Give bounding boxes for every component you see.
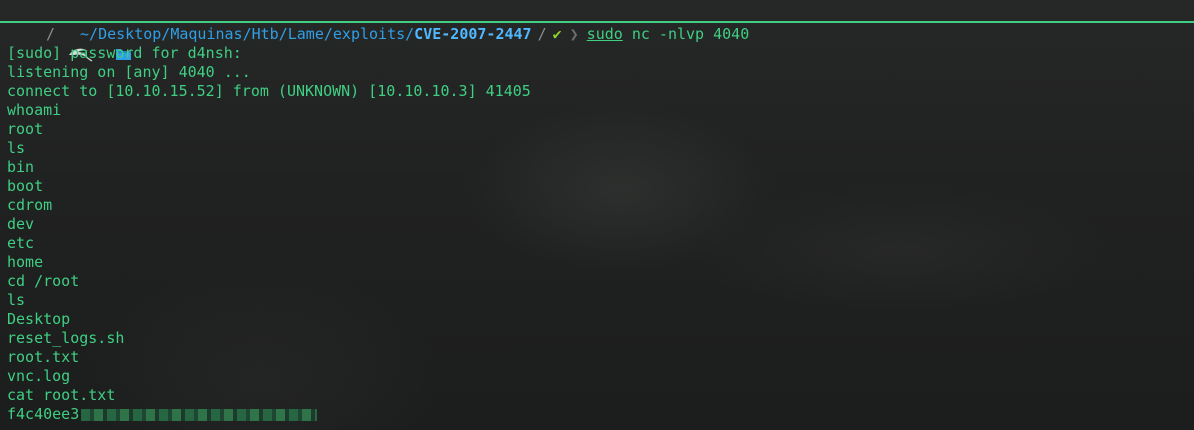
output-line: cd /root — [7, 272, 80, 290]
output-line: bin — [7, 158, 35, 176]
flag-line: f4c40ee3 — [7, 405, 1187, 424]
output-line: root — [7, 120, 44, 138]
output-line: reset_logs.sh — [7, 329, 125, 347]
output-line: root.txt — [7, 348, 80, 366]
command-args: nc -nlvp 4040 — [622, 25, 750, 43]
chevron-right-icon: ❯ — [569, 25, 579, 43]
flag-prefix: f4c40ee3 — [7, 405, 80, 423]
output-line: connect to [10.10.15.52] from (UNKNOWN) … — [7, 82, 531, 100]
output-line: listening on [any] 4040 ... — [7, 63, 251, 81]
output-line: ls — [7, 291, 26, 309]
output-line: boot — [7, 177, 44, 195]
command-name: sudo — [586, 25, 623, 43]
folder-icon — [61, 28, 132, 60]
check-icon: ✔ — [552, 25, 562, 43]
prompt-path: ~/Desktop/Maquinas/Htb/Lame/exploits/ — [80, 25, 415, 43]
output-line: vnc.log — [7, 367, 71, 385]
prompt-separator: / — [46, 25, 56, 43]
output-line: etc — [7, 234, 35, 252]
kali-dragon-icon — [14, 27, 93, 62]
prompt-current-dir: CVE-2007-2447 — [414, 25, 532, 43]
output-line: cdrom — [7, 196, 53, 214]
redacted-flag-block — [81, 408, 318, 421]
output-line: cat root.txt — [7, 386, 116, 404]
prompt-separator-2: / — [537, 25, 547, 43]
output-line: whoami — [7, 101, 62, 119]
terminal-output[interactable]: / ~/Desktop/Maquinas/Htb/Lame/exploits/C… — [7, 25, 1187, 424]
shell-prompt: / ~/Desktop/Maquinas/Htb/Lame/exploits/C… — [7, 25, 1187, 62]
output-line: home — [7, 253, 44, 271]
prompt-top-rule — [0, 21, 1194, 23]
output-line: dev — [7, 215, 35, 233]
output-line: ls — [7, 139, 26, 157]
output-line: Desktop — [7, 310, 71, 328]
output-line: [sudo] password for d4nsh: — [7, 44, 242, 62]
